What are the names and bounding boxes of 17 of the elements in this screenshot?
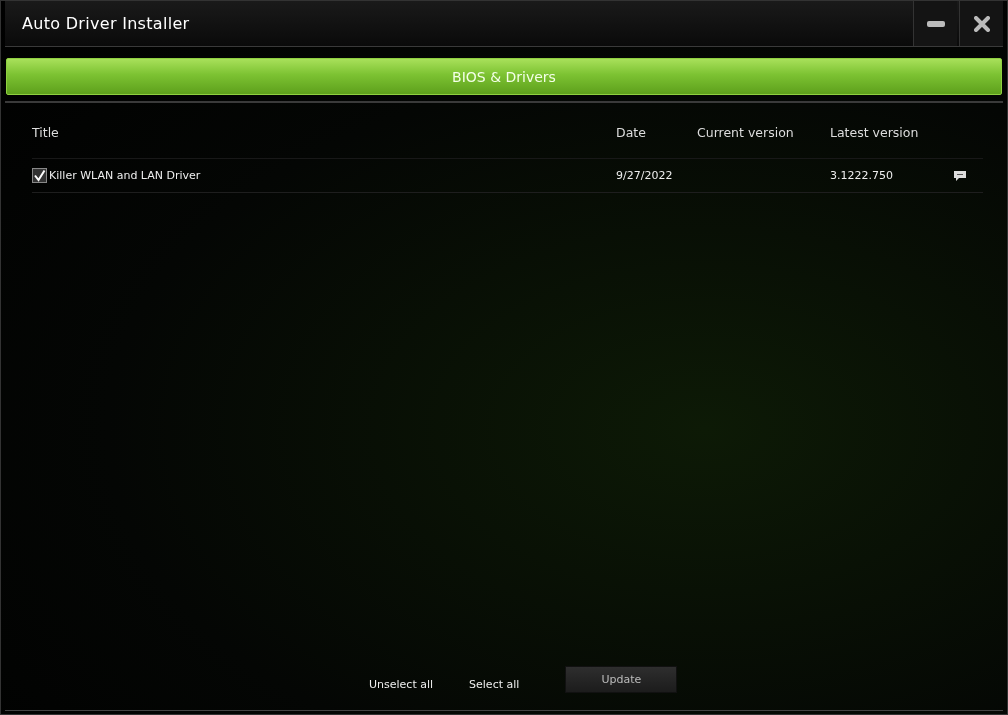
column-header: Latest version <box>830 124 920 140</box>
table-cell-text: 9/27/2022 <box>616 169 674 182</box>
column-header: Date <box>616 124 647 140</box>
minimize-icon <box>926 20 945 27</box>
table-cell-text: 3.1222.750 <box>830 169 894 182</box>
close-button[interactable] <box>959 1 1003 46</box>
window-title: Auto Driver Installer <box>21 14 191 33</box>
checkbox[interactable] <box>32 168 47 183</box>
update-button[interactable]: Update <box>565 665 678 693</box>
link-button[interactable]: Unselect all <box>365 677 438 691</box>
close-icon <box>973 15 990 32</box>
comment-icon[interactable] <box>953 169 967 182</box>
driver-title: Killer WLAN and LAN Driver <box>49 169 201 182</box>
column-header: Current version <box>697 124 795 140</box>
column-header: Title <box>32 124 60 140</box>
minimize-button[interactable] <box>913 1 957 46</box>
link-button[interactable]: Select all <box>465 677 524 691</box>
